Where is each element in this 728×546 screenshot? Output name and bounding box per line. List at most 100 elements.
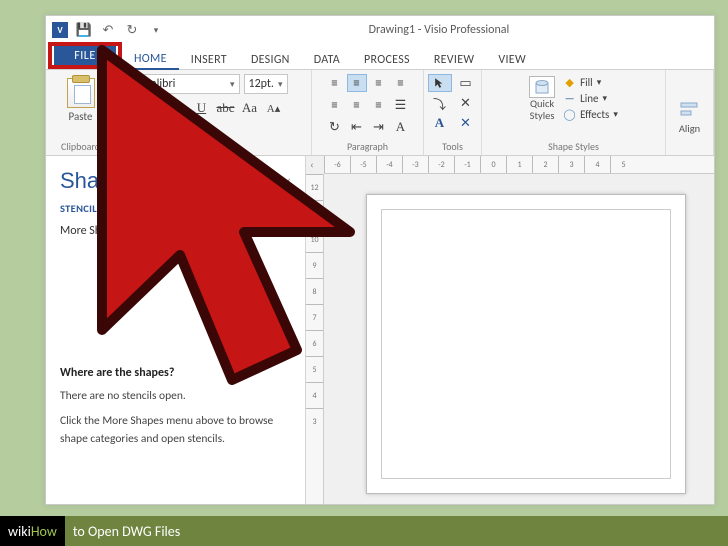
ruler-tick: 9 bbox=[306, 252, 323, 278]
crop-tool-button[interactable]: ✕ bbox=[454, 94, 478, 112]
ribbon-tabstrip: FILE HOME INSERT DESIGN DATA PROCESS REV… bbox=[46, 44, 714, 70]
align-right-button[interactable]: ≡ bbox=[369, 74, 389, 92]
ruler-tick: 3 bbox=[558, 156, 584, 173]
tab-data[interactable]: DATA bbox=[302, 44, 352, 69]
ribbon-content: Paste Clipboard Calibri ▾ 12pt. ▾ B I U … bbox=[46, 70, 714, 156]
tab-design[interactable]: DESIGN bbox=[239, 44, 302, 69]
search-tab[interactable]: SEARCH bbox=[116, 202, 151, 215]
ruler-tick: 6 bbox=[306, 330, 323, 356]
more-shapes-menu[interactable]: More Shapes ▸ bbox=[60, 223, 291, 238]
text-block-button[interactable]: A bbox=[391, 118, 411, 136]
tab-home[interactable]: HOME bbox=[122, 44, 179, 70]
rectangle-tool-button[interactable]: ▭ bbox=[454, 74, 478, 92]
tab-file[interactable]: FILE bbox=[54, 46, 116, 65]
line-button[interactable]: — Line ▾ bbox=[563, 92, 618, 105]
quick-styles-label: Quick Styles bbox=[530, 98, 555, 121]
font-name-combo[interactable]: Calibri ▾ bbox=[140, 74, 240, 94]
ruler-tick: -6 bbox=[324, 156, 350, 173]
connection-point-button[interactable]: ✕ bbox=[454, 114, 478, 132]
font-size-up-button[interactable]: A▴ bbox=[264, 98, 284, 118]
effects-icon: ◯ bbox=[563, 108, 576, 121]
ruler-tick: 5 bbox=[306, 356, 323, 382]
underline-button[interactable]: U bbox=[192, 98, 212, 118]
tab-insert[interactable]: INSERT bbox=[179, 44, 239, 69]
tab-review[interactable]: REVIEW bbox=[422, 44, 487, 69]
window-title: Drawing1 - Visio Professional bbox=[164, 23, 714, 37]
bold-button[interactable]: B bbox=[144, 98, 164, 118]
drawing-page[interactable] bbox=[366, 194, 686, 494]
group-font: Calibri ▾ 12pt. ▾ B I U abc Aa A▴ A Font bbox=[116, 70, 312, 155]
align-label: Align bbox=[679, 122, 700, 135]
group-arrange: Align bbox=[666, 70, 714, 155]
visio-icon: V bbox=[52, 22, 68, 38]
collapse-ruler-icon[interactable]: ‹ bbox=[306, 157, 318, 171]
ruler-tick: 1 bbox=[506, 156, 532, 173]
indent-inc-button[interactable]: ⇥ bbox=[369, 118, 389, 136]
ruler-tick: 5 bbox=[610, 156, 636, 173]
tab-process[interactable]: PROCESS bbox=[352, 44, 422, 69]
ruler-tick: -4 bbox=[376, 156, 402, 173]
rotate-button[interactable]: ↻ bbox=[325, 118, 345, 136]
qat-dropdown-icon[interactable]: ▾ bbox=[148, 22, 164, 38]
chevron-down-icon: ▾ bbox=[597, 77, 602, 88]
pointer-tool-button[interactable] bbox=[428, 74, 452, 92]
strike-button[interactable]: abc bbox=[216, 98, 236, 118]
ruler-tick: 7 bbox=[306, 304, 323, 330]
quick-styles-button[interactable]: Quick Styles bbox=[529, 76, 555, 121]
redo-icon[interactable]: ↻ bbox=[124, 22, 140, 38]
indent-dec-button[interactable]: ⇤ bbox=[347, 118, 367, 136]
fill-button[interactable]: ◆ Fill ▾ bbox=[563, 76, 618, 89]
ruler-tick: 8 bbox=[306, 278, 323, 304]
ruler-vertical: 12 11 10 9 8 7 6 5 4 3 bbox=[306, 174, 324, 504]
quick-styles-icon bbox=[529, 76, 555, 98]
ruler-tick: 4 bbox=[584, 156, 610, 173]
align-icon bbox=[679, 100, 699, 120]
workspace: Shapes ‹ STENCILS SEARCH More Shapes ▸ W… bbox=[46, 156, 714, 504]
font-color-button[interactable]: A bbox=[204, 122, 224, 142]
align-left-button[interactable]: ≡ bbox=[325, 74, 345, 92]
font-size-value: 12pt. bbox=[249, 77, 274, 91]
italic-button[interactable]: I bbox=[168, 98, 188, 118]
chevron-down-icon: ▾ bbox=[278, 79, 283, 90]
align-justify-button[interactable]: ≡ bbox=[391, 74, 411, 92]
tab-view[interactable]: VIEW bbox=[486, 44, 538, 69]
group-styles-label: Shape Styles bbox=[482, 140, 665, 153]
wikihow-banner: wikiHow to Open DWG Files bbox=[0, 516, 728, 546]
align-center-button[interactable]: ≡ bbox=[347, 74, 367, 92]
ruler-horizontal: -6 -5 -4 -3 -2 -1 0 1 2 3 4 5 bbox=[324, 156, 714, 174]
fill-label: Fill bbox=[580, 76, 593, 89]
effects-button[interactable]: ◯ Effects ▾ bbox=[563, 108, 618, 121]
save-icon[interactable]: 💾 bbox=[76, 22, 92, 38]
chevron-left-icon[interactable]: ‹ bbox=[287, 174, 291, 188]
align-button[interactable]: Align bbox=[679, 100, 700, 135]
text-tool-button[interactable]: A bbox=[428, 114, 452, 132]
banner-title: to Open DWG Files bbox=[65, 516, 728, 546]
font-name-value: Calibri bbox=[145, 77, 176, 91]
ruler-tick: -1 bbox=[454, 156, 480, 173]
chevron-down-icon: ▾ bbox=[602, 93, 607, 104]
chevron-down-icon: ▾ bbox=[230, 79, 235, 90]
valign-top-button[interactable]: ≡ bbox=[325, 96, 345, 114]
paste-label: Paste bbox=[69, 110, 93, 123]
file-tab-highlight: FILE bbox=[48, 42, 122, 69]
valign-middle-button[interactable]: ≡ bbox=[347, 96, 367, 114]
undo-icon[interactable]: ↶ bbox=[100, 22, 116, 38]
connector-tool-button[interactable]: ⤵ bbox=[428, 94, 452, 112]
shapes-title: Shapes bbox=[60, 168, 135, 194]
group-paragraph-label: Paragraph bbox=[312, 140, 423, 153]
canvas-area[interactable]: ‹ -6 -5 -4 -3 -2 -1 0 1 2 3 4 5 12 11 10… bbox=[306, 156, 714, 504]
visio-window: V 💾 ↶ ↻ ▾ Drawing1 - Visio Professional … bbox=[45, 15, 715, 505]
font-size-combo[interactable]: 12pt. ▾ bbox=[244, 74, 288, 94]
ruler-tick: 10 bbox=[306, 226, 323, 252]
valign-bottom-button[interactable]: ≡ bbox=[369, 96, 389, 114]
shapes-pane: Shapes ‹ STENCILS SEARCH More Shapes ▸ W… bbox=[46, 156, 306, 504]
quick-access-toolbar: V 💾 ↶ ↻ ▾ bbox=[46, 22, 164, 38]
paste-button[interactable]: Paste bbox=[67, 78, 95, 123]
bullets-button[interactable]: ☰ bbox=[391, 96, 411, 114]
empty-text-1: There are no stencils open. bbox=[60, 388, 291, 405]
empty-text-2: Click the More Shapes menu above to brow… bbox=[60, 413, 291, 448]
ruler-tick: 12 bbox=[306, 174, 323, 200]
change-case-button[interactable]: Aa bbox=[240, 98, 260, 118]
ruler-tick: 2 bbox=[532, 156, 558, 173]
stencils-tab[interactable]: STENCILS bbox=[60, 202, 102, 215]
